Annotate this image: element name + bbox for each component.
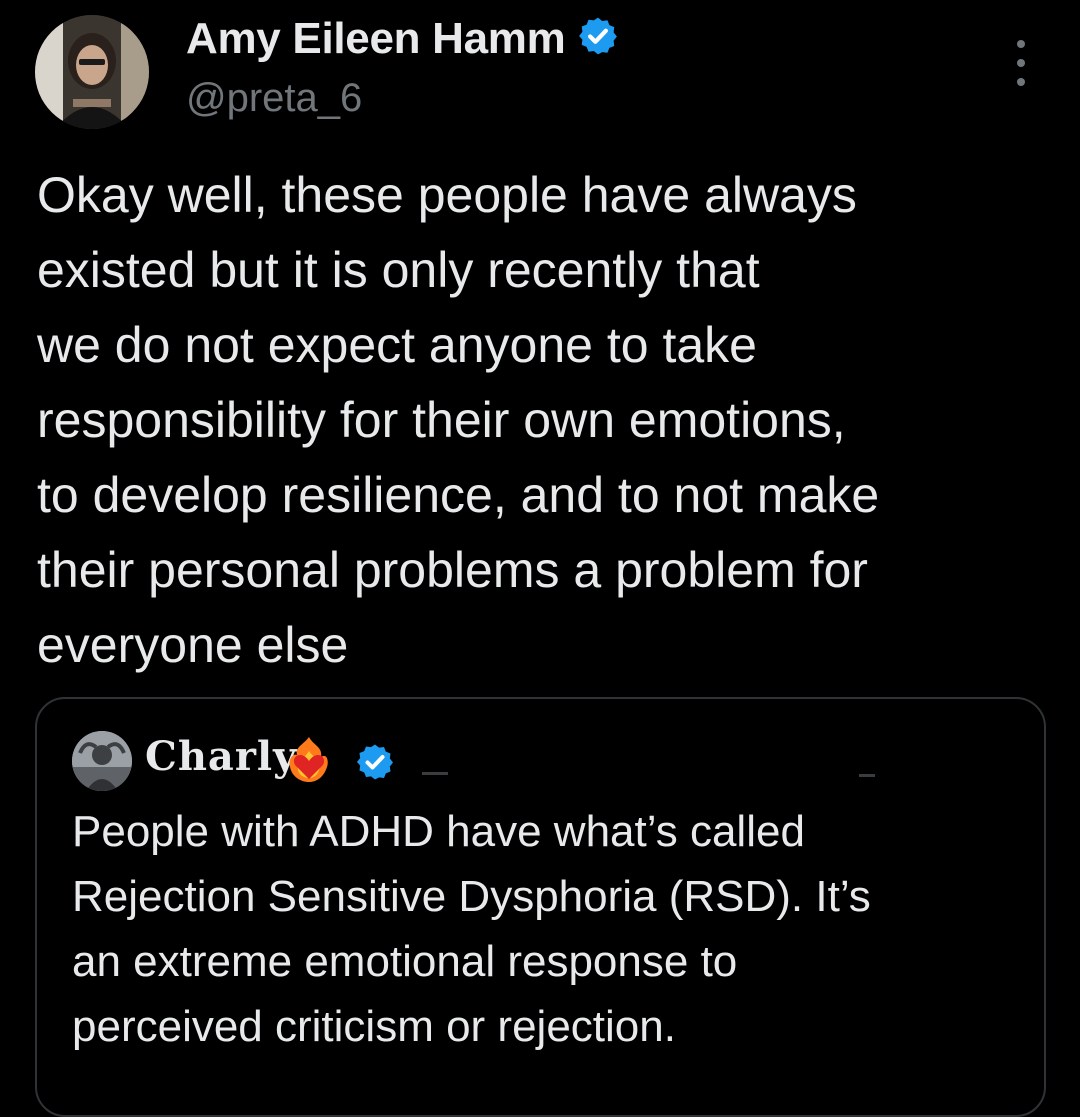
quoted-author-avatar[interactable] — [72, 731, 132, 791]
quoted-tweet-card[interactable]: Charly People with ADHD have what’s call… — [35, 697, 1046, 1117]
tweet-text-line: everyone else — [37, 617, 349, 673]
obscured-timestamp — [859, 774, 875, 777]
more-options-button[interactable] — [1006, 38, 1036, 88]
quoted-text-line: perceived criticism or rejection. — [72, 1002, 676, 1051]
author-avatar[interactable] — [35, 15, 149, 129]
author-name-text[interactable]: Amy Eileen Hamm — [186, 14, 566, 63]
verified-badge-icon — [355, 742, 395, 787]
tweet-text-line: Okay well, these people have always — [37, 167, 857, 223]
tweet-text-line: their personal problems a problem for — [37, 542, 868, 598]
tweet-text-line: responsibility for their own emotions, — [37, 392, 846, 448]
author-name[interactable]: Amy Eileen Hamm — [186, 14, 619, 68]
quoted-text-line: Rejection Sensitive Dysphoria (RSD). It’… — [72, 872, 871, 921]
quoted-text-line: an extreme emotional response to — [72, 937, 738, 986]
tweet-text-line: we do not expect anyone to take — [37, 317, 757, 373]
heart-on-fire-icon — [287, 735, 331, 788]
tweet-text: Okay well, these people have always exis… — [37, 158, 1057, 683]
quoted-author-name[interactable]: Charly — [145, 733, 297, 780]
more-vertical-icon — [1017, 40, 1025, 48]
quoted-text-line: People with ADHD have what’s called — [72, 807, 805, 856]
quoted-tweet-text: People with ADHD have what’s called Reje… — [72, 799, 1022, 1059]
author-handle[interactable]: @preta_6 — [186, 76, 362, 121]
verified-badge-icon — [577, 15, 619, 68]
more-dot — [1017, 59, 1025, 67]
obscured-handle — [422, 772, 448, 775]
more-dot — [1017, 78, 1025, 86]
tweet-text-line: existed but it is only recently that — [37, 242, 760, 298]
tweet-text-line: to develop resilience, and to not make — [37, 467, 880, 523]
